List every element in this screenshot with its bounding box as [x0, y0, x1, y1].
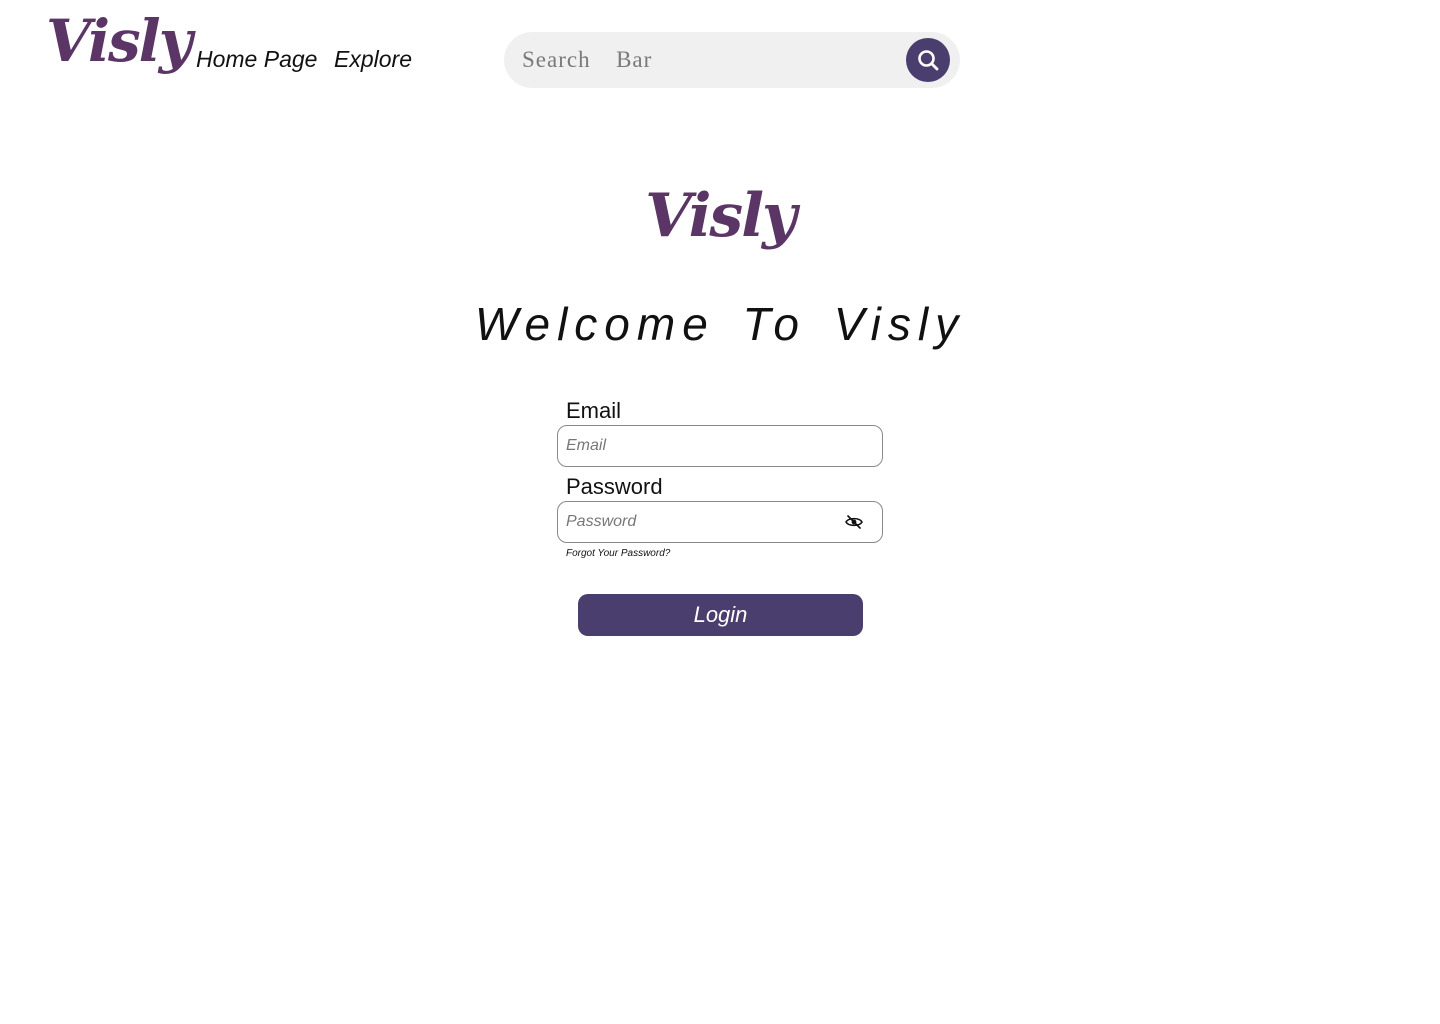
- search-button[interactable]: [906, 38, 950, 82]
- email-label: Email: [566, 398, 622, 423]
- email-field[interactable]: [557, 425, 883, 467]
- search-input[interactable]: [522, 40, 902, 80]
- search-icon: [916, 48, 940, 72]
- nav-home-page-link[interactable]: Home Page: [196, 44, 317, 74]
- nav-explore-link[interactable]: Explore: [334, 44, 412, 74]
- brand-logo[interactable]: Visly: [46, 12, 192, 70]
- login-button[interactable]: Login: [578, 594, 863, 636]
- password-label: Password: [566, 474, 663, 499]
- eye-slash-icon[interactable]: [843, 512, 865, 532]
- password-field[interactable]: [557, 501, 883, 543]
- page-title: Welcome To Visly: [474, 298, 966, 350]
- forgot-password-link[interactable]: Forgot Your Password?: [566, 548, 670, 559]
- login-page: Visly Home Page Explore Visly Welcome To…: [0, 0, 1440, 1024]
- search-bar: [504, 32, 960, 88]
- brand-logo-large: Visly: [645, 181, 797, 251]
